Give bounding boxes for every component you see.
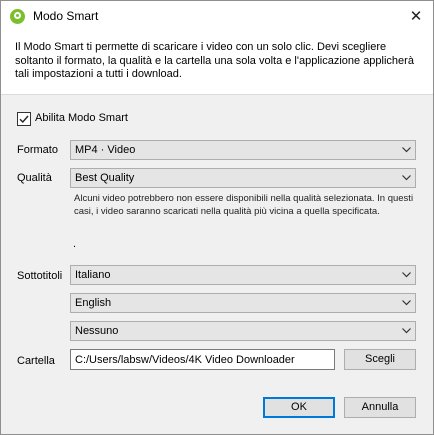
subtitles-value-2: English [75,297,112,309]
chevron-down-icon [402,272,411,278]
subtitles-value-1: Italiano [75,269,111,281]
quality-note-dot: . [73,238,77,250]
folder-label: Cartella [17,355,55,367]
chevron-down-icon [402,175,411,181]
ok-button[interactable]: OK [263,397,335,418]
description-text: Il Modo Smart ti permette di scaricare i… [15,41,414,80]
format-label: Formato [17,144,58,156]
subtitles-dropdown-1[interactable]: Italiano [70,265,416,285]
format-value: MP4 · Video [75,144,136,156]
quality-note: Alcuni video potrebbero non essere dispo… [74,193,414,217]
chevron-down-icon [402,147,411,153]
close-button[interactable]: ✕ [399,1,433,32]
description-panel: Il Modo Smart ti permette di scaricare i… [1,32,433,95]
quality-dropdown[interactable]: Best Quality [70,168,416,188]
folder-path-field[interactable]: C:/Users/labsw/Videos/4K Video Downloade… [70,349,335,370]
subtitles-dropdown-2[interactable]: English [70,293,416,313]
enable-smart-mode-checkbox[interactable] [17,112,31,126]
subtitles-dropdown-3[interactable]: Nessuno [70,321,416,341]
chevron-down-icon [402,328,411,334]
cancel-button[interactable]: Annulla [344,397,416,418]
browse-button[interactable]: Scegli [344,349,416,370]
app-logo-icon [10,9,25,24]
quality-label: Qualità [17,172,52,184]
format-dropdown[interactable]: MP4 · Video [70,140,416,160]
enable-smart-mode-label[interactable]: Abilita Modo Smart [35,112,128,124]
smart-mode-dialog: Modo Smart ✕ Il Modo Smart ti permette d… [0,0,434,435]
title-bar: Modo Smart ✕ [1,1,433,32]
subtitles-value-3: Nessuno [75,325,119,337]
window-title: Modo Smart [33,9,99,23]
quality-value: Best Quality [75,172,135,184]
subtitles-label: Sottotitoli [17,270,63,282]
chevron-down-icon [402,300,411,306]
folder-path-value: C:/Users/labsw/Videos/4K Video Downloade… [75,354,295,366]
checkmark-icon [19,115,29,124]
